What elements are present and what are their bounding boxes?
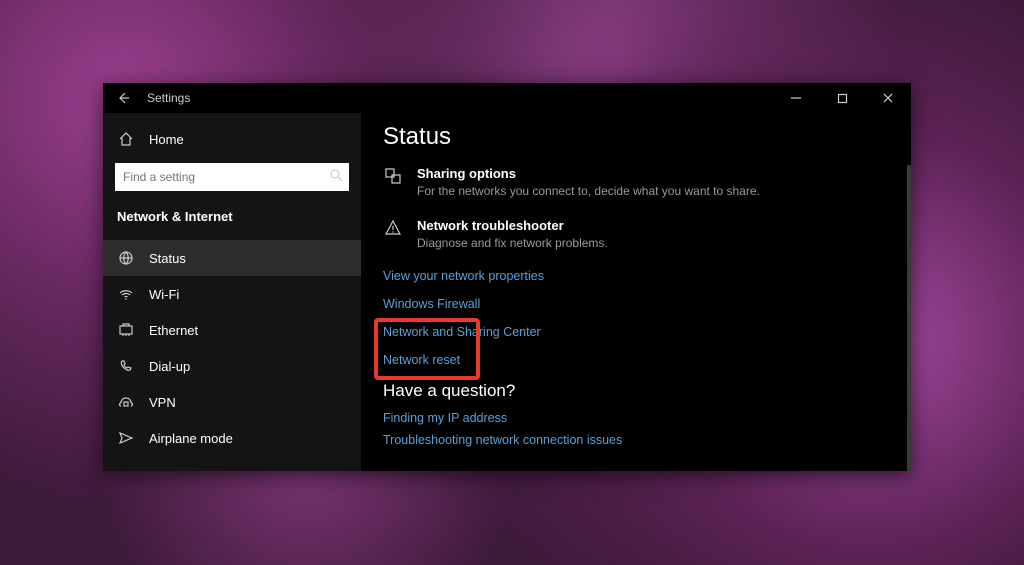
link-find-ip[interactable]: Finding my IP address — [383, 411, 889, 425]
nav-item-label: Ethernet — [149, 323, 198, 338]
nav-item-label: Airplane mode — [149, 431, 233, 446]
nav-item-wifi[interactable]: Wi-Fi — [103, 276, 361, 312]
nav-item-status[interactable]: Status — [103, 240, 361, 276]
option-desc: For the networks you connect to, decide … — [417, 183, 760, 199]
nav-item-dialup[interactable]: Dial-up — [103, 348, 361, 384]
link-firewall[interactable]: Windows Firewall — [383, 297, 889, 311]
option-title: Network troubleshooter — [417, 217, 608, 235]
nav-item-label: Dial-up — [149, 359, 190, 374]
nav-item-label: Status — [149, 251, 186, 266]
settings-window: Settings Home — [103, 83, 911, 471]
link-sharing-center[interactable]: Network and Sharing Center — [383, 325, 889, 339]
category-header: Network & Internet — [103, 201, 361, 234]
option-title: Sharing options — [417, 165, 760, 183]
dialup-icon — [117, 357, 135, 375]
nav-item-vpn[interactable]: VPN — [103, 384, 361, 420]
desktop-wallpaper: Settings Home — [0, 0, 1024, 565]
search-box[interactable] — [115, 163, 349, 191]
nav-list: Status Wi-Fi Ethernet — [103, 240, 361, 456]
close-icon — [882, 92, 894, 104]
back-arrow-icon — [116, 91, 130, 105]
option-troubleshooter[interactable]: Network troubleshooter Diagnose and fix … — [383, 217, 889, 251]
sharing-icon — [383, 167, 403, 185]
link-troubleshoot-conn[interactable]: Troubleshooting network connection issue… — [383, 433, 889, 447]
question-heading: Have a question? — [383, 381, 889, 401]
nav-item-label: Wi-Fi — [149, 287, 179, 302]
nav-item-ethernet[interactable]: Ethernet — [103, 312, 361, 348]
option-desc: Diagnose and fix network problems. — [417, 235, 608, 251]
nav-item-airplane[interactable]: Airplane mode — [103, 420, 361, 456]
vpn-icon — [117, 393, 135, 411]
window-title: Settings — [143, 91, 190, 105]
link-view-properties[interactable]: View your network properties — [383, 269, 889, 283]
content-pane: Status Sharing options For the networks … — [361, 113, 911, 471]
minimize-icon — [790, 92, 802, 104]
minimize-button[interactable] — [773, 83, 819, 113]
airplane-icon — [117, 429, 135, 447]
option-sharing[interactable]: Sharing options For the networks you con… — [383, 165, 889, 199]
status-icon — [117, 249, 135, 267]
maximize-icon — [837, 93, 848, 104]
scrollbar[interactable] — [907, 165, 911, 471]
sidebar: Home Network & Internet Status — [103, 113, 361, 471]
back-button[interactable] — [103, 83, 143, 113]
home-label: Home — [149, 132, 184, 147]
home-icon — [117, 130, 135, 148]
ethernet-icon — [117, 321, 135, 339]
link-network-reset[interactable]: Network reset — [383, 353, 889, 367]
titlebar: Settings — [103, 83, 911, 113]
search-input[interactable] — [121, 169, 329, 185]
close-button[interactable] — [865, 83, 911, 113]
page-title: Status — [383, 123, 889, 151]
warning-icon — [383, 219, 403, 237]
home-nav[interactable]: Home — [103, 121, 361, 157]
wifi-icon — [117, 285, 135, 303]
nav-item-label: VPN — [149, 395, 176, 410]
search-icon — [329, 168, 343, 187]
maximize-button[interactable] — [819, 83, 865, 113]
